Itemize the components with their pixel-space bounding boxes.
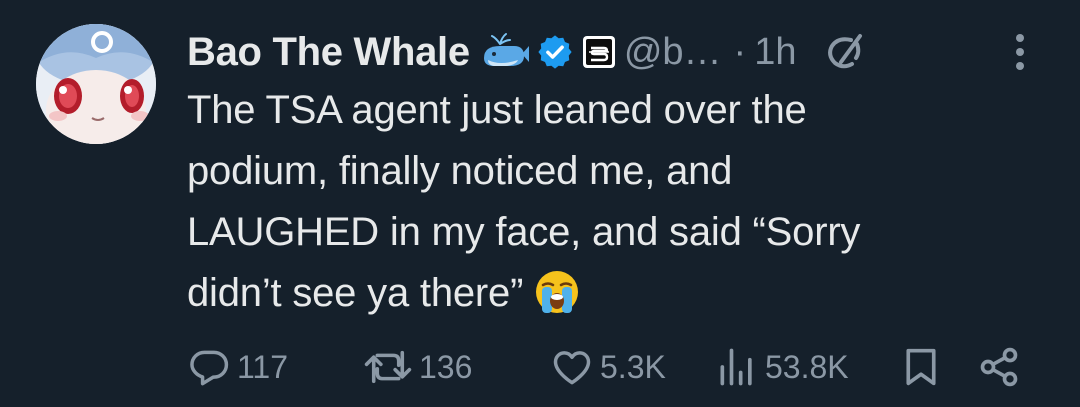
separator-dot: · xyxy=(733,30,747,73)
tweet-text-line: didn’t see ya there” xyxy=(187,271,524,315)
like-count: 5.3K xyxy=(600,348,666,385)
avatar-image xyxy=(36,24,156,144)
views-count: 53.8K xyxy=(765,348,849,385)
tweet-text-line: podium, finally noticed me, and xyxy=(187,149,733,193)
tweet-text-line: The TSA agent just leaned over the xyxy=(187,88,807,132)
bookmark-button[interactable] xyxy=(901,340,941,394)
views-button[interactable]: 53.8K xyxy=(715,340,849,394)
user-handle[interactable]: @b… xyxy=(624,31,722,74)
retweet-count: 136 xyxy=(419,348,473,385)
tweet-text-line: LAUGHED in my face, and said “Sorry xyxy=(187,210,861,254)
tweet-actions: 117 136 5.3K 53.8K xyxy=(187,340,1037,394)
tweet-header: Bao The Whale @b… · 1h xyxy=(187,24,864,80)
retweet-icon xyxy=(363,345,413,389)
affiliate-badge-icon[interactable] xyxy=(582,35,616,69)
share-button[interactable] xyxy=(977,340,1021,394)
loudly-crying-face-emoji-icon xyxy=(533,268,581,316)
bookmark-icon xyxy=(901,345,941,389)
verified-badge-icon[interactable] xyxy=(536,33,574,71)
whale-emoji-icon xyxy=(480,32,530,72)
views-icon xyxy=(715,345,759,389)
grok-icon[interactable] xyxy=(824,32,864,72)
retweet-button[interactable]: 136 xyxy=(363,340,472,394)
reply-button[interactable]: 117 xyxy=(187,340,288,394)
tweet-text: The TSA agent just leaned over the podiu… xyxy=(187,80,1047,324)
reply-count: 117 xyxy=(237,348,289,385)
share-icon xyxy=(977,345,1021,389)
more-options-icon[interactable] xyxy=(1005,30,1035,74)
timestamp[interactable]: 1h xyxy=(754,31,796,74)
tweet-text-line-last: didn’t see ya there” xyxy=(187,263,1047,324)
tweet[interactable]: Bao The Whale @b… · 1h The TSA agent jus… xyxy=(0,0,1080,407)
heart-icon xyxy=(550,345,594,389)
reply-icon xyxy=(187,345,231,389)
avatar[interactable] xyxy=(36,24,156,144)
like-button[interactable]: 5.3K xyxy=(550,340,666,394)
display-name[interactable]: Bao The Whale xyxy=(187,30,470,75)
